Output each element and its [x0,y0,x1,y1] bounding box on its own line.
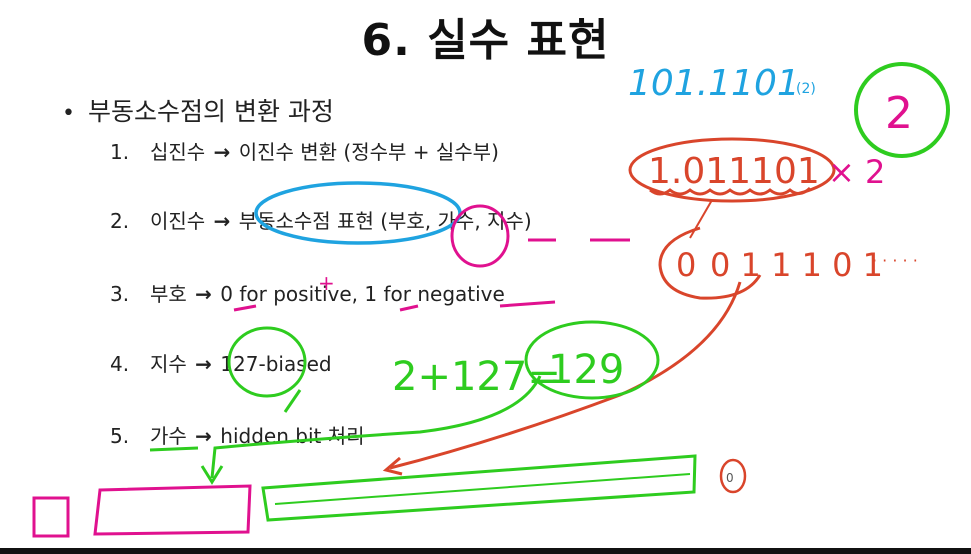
step-4: 4. 지수 → 127-biased [110,348,332,377]
step-description: hidden bit 처리 [220,424,365,448]
normalized-annotation: 1.011101 [648,151,820,192]
sign-mark-annotation: 0 [676,246,696,284]
cursor-icon: 0 [726,471,734,485]
arrow-icon: → [195,352,212,376]
slide: 6. 실수 표현 • 부동소수점의 변환 과정 1. 십진수 → 이진수 변환 (정… [0,0,971,554]
small-circle-mark [719,458,747,494]
step-description: 127-biased [220,352,332,376]
step-number: 4. [110,352,130,376]
underline-negative [499,300,556,308]
arrow-icon: → [213,209,231,233]
bullet-text: 부동소수점의 변환 과정 [88,97,334,126]
mantissa-trail-annotation: · · · · · [872,251,918,270]
step-term: 이진수 [150,209,206,233]
bullet-dot: • [62,101,75,126]
step-description: 이진수 변환 (정수부 + 실수부) [238,140,499,164]
step-term: 가수 [150,424,187,448]
step-1: 1. 십진수 → 이진수 변환 (정수부 + 실수부) [110,136,499,165]
biased-tail [283,389,302,413]
step-number: 5. [110,424,130,448]
slide-title: 6. 실수 표현 [361,15,610,66]
wavy-underline [649,186,812,196]
exponent-calc-annotation: 2+127= [392,354,561,400]
mantissa-box-inner-line [274,473,691,505]
mantissa-bracket [658,226,762,300]
mantissa-bits-annotation: 0 1 1 1 0 1 [710,246,883,284]
pen-annotations: 101.1101 (2) 2 1.011101 × 2 0 0 1 1 1 0 … [32,62,950,538]
exponent-result-annotation: 129 [548,347,624,393]
arrow-icon: → [213,140,231,164]
exponent-box [93,484,252,536]
step-description: 부동소수점 표현 (부호, 가수, 지수) [238,209,532,233]
arrow-icon: → [195,424,212,448]
step-term: 지수 [150,352,187,376]
step-5: 5. 가수 → hidden bit 처리 [110,420,365,449]
step-2: 2. 이진수 → 부동소수점 표현 (부호, 가수, 지수) [110,205,532,234]
step-number: 1. [110,140,130,164]
sign-box [32,496,70,538]
step-term: 부호 [150,282,187,306]
times-two-annotation: × 2 [828,153,885,191]
step-number: 3. [110,282,130,306]
red-connector [689,199,713,239]
exponent-circled-annotation: 2 [885,88,913,139]
green-arrowhead-icon [200,465,224,485]
red-arrow-line [389,281,742,470]
step-description: 0 for positive, 1 for negative [220,282,505,306]
exponent-circle [854,62,950,158]
binary-base-annotation: (2) [796,81,816,97]
step-3: 3. 부호 → 0 for positive, 1 for negative [110,278,505,307]
bottom-bar [0,548,971,554]
red-arrowhead-icon [382,456,403,476]
step-term: 십진수 [150,140,206,164]
mantissa-box [261,454,697,522]
result-circle [524,320,660,400]
arrow-icon: → [195,282,212,306]
step-number: 2. [110,209,130,233]
bullet-heading: • 부동소수점의 변환 과정 [62,92,334,128]
normalized-ellipse [628,137,836,203]
binary-number-annotation: 101.1101 [628,63,800,104]
